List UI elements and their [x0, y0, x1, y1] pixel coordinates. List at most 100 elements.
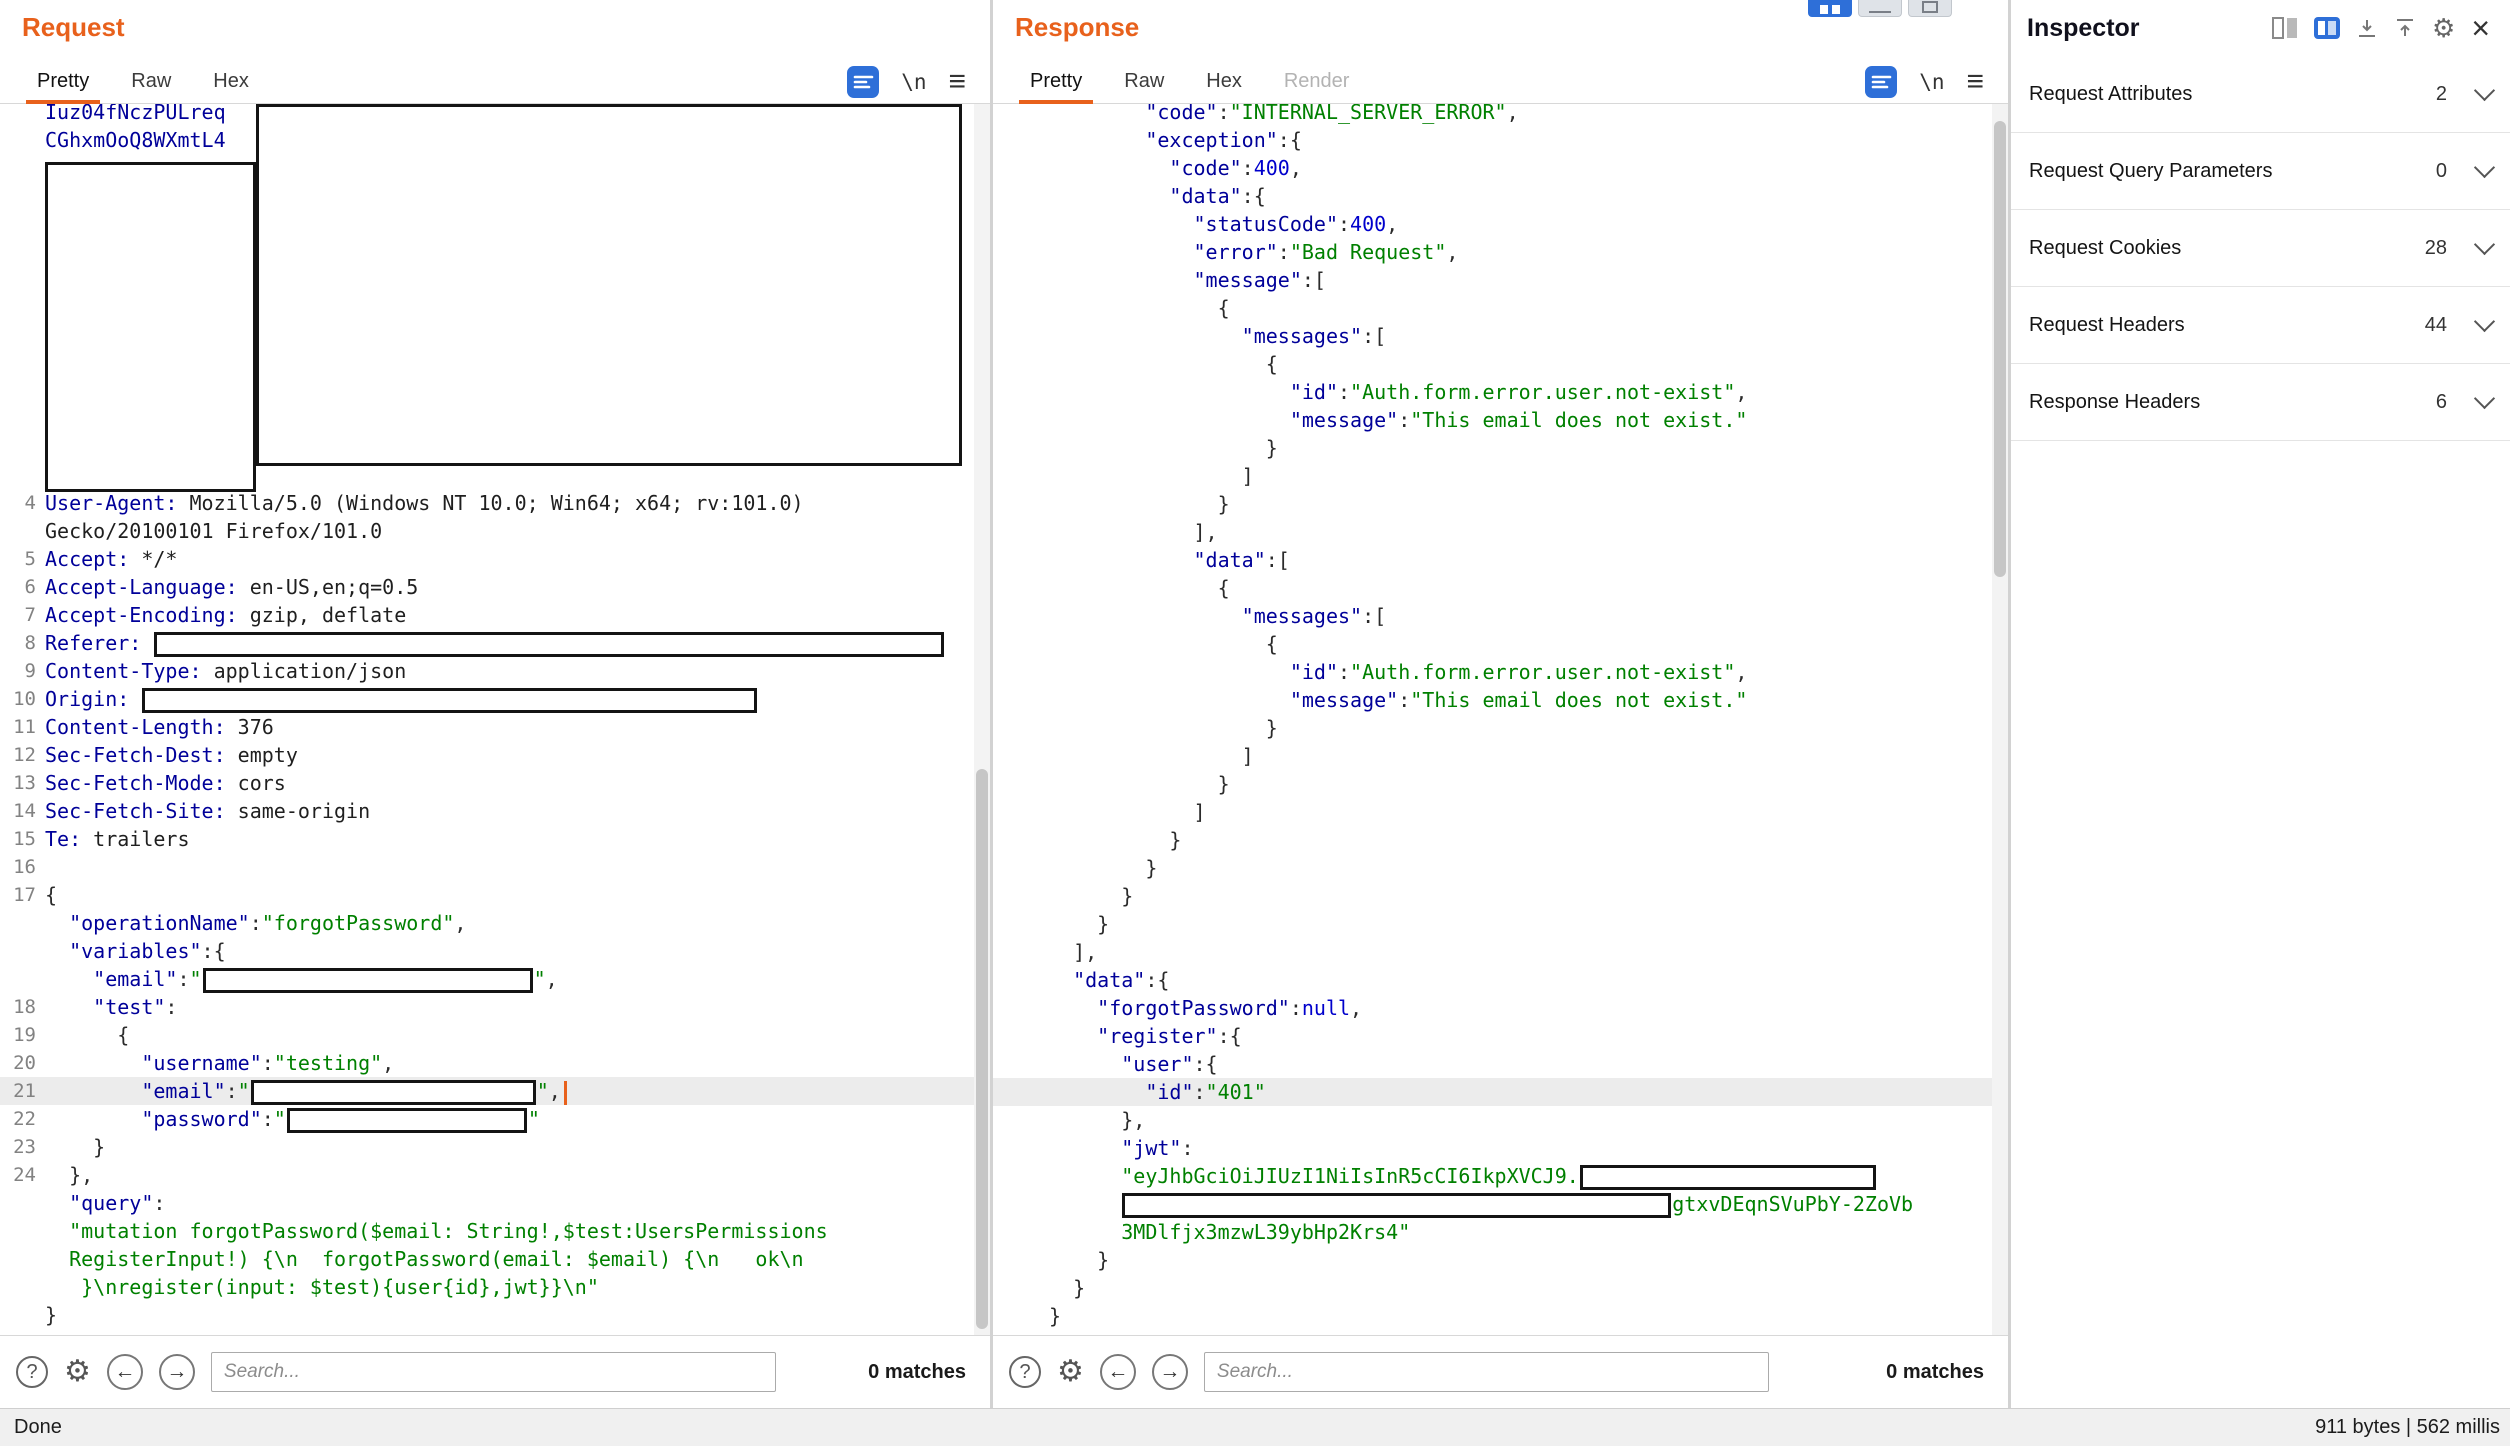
- response-search-input[interactable]: [1204, 1352, 1769, 1392]
- code-line[interactable]: }: [993, 434, 1992, 462]
- code-line[interactable]: "variables":{: [0, 937, 974, 965]
- chevron-down-icon[interactable]: [2474, 387, 2495, 408]
- code-line[interactable]: "forgotPassword":null,: [993, 994, 1992, 1022]
- code-line[interactable]: 18 "test":: [0, 993, 974, 1021]
- code-line[interactable]: "eyJhbGciOiJIUzI1NiIsInR5cCI6IkpXVCJ9.: [993, 1162, 1992, 1190]
- request-tab-pretty[interactable]: Pretty: [16, 60, 110, 103]
- chevron-down-icon[interactable]: [2474, 233, 2495, 254]
- request-search-input[interactable]: [211, 1352, 776, 1392]
- response-scrollbar[interactable]: [1992, 104, 2008, 1336]
- chevron-down-icon[interactable]: [2474, 79, 2495, 100]
- code-line[interactable]: "data":{: [993, 182, 1992, 210]
- code-line[interactable]: "message":"This email does not exist.": [993, 686, 1992, 714]
- code-line[interactable]: {: [993, 630, 1992, 658]
- response-tab-pretty[interactable]: Pretty: [1009, 60, 1103, 103]
- code-line[interactable]: "message":[: [993, 266, 1992, 294]
- code-line[interactable]: },: [993, 1106, 1992, 1134]
- code-line[interactable]: "statusCode":400,: [993, 210, 1992, 238]
- code-line[interactable]: "register":{: [993, 1022, 1992, 1050]
- code-line[interactable]: 16: [0, 853, 974, 881]
- code-line[interactable]: "message":"This email does not exist.": [993, 406, 1992, 434]
- code-line[interactable]: 10Origin:: [0, 685, 974, 713]
- layout-single-button[interactable]: [1908, 0, 1952, 17]
- code-line[interactable]: "code":400,: [993, 154, 1992, 182]
- code-line[interactable]: 14Sec-Fetch-Site: same-origin: [0, 797, 974, 825]
- code-line[interactable]: "exception":{: [993, 126, 1992, 154]
- show-newlines-icon[interactable]: \n: [1919, 70, 1944, 94]
- response-viewer[interactable]: "code":"INTERNAL_SERVER_ERROR", "excepti…: [993, 104, 1992, 1336]
- response-tab-raw[interactable]: Raw: [1103, 60, 1185, 103]
- code-line[interactable]: 8Referer:: [0, 629, 974, 657]
- code-line[interactable]: {: [993, 574, 1992, 602]
- code-line[interactable]: "messages":[: [993, 322, 1992, 350]
- inspector-section-request-attributes[interactable]: Request Attributes 2: [2011, 56, 2510, 133]
- layout-rows-button[interactable]: [1858, 0, 1902, 17]
- code-line[interactable]: 7Accept-Encoding: gzip, deflate: [0, 601, 974, 629]
- code-line[interactable]: }: [993, 854, 1992, 882]
- inspector-section-request-headers[interactable]: Request Headers 44: [2011, 287, 2510, 364]
- code-line[interactable]: 17{: [0, 881, 974, 909]
- next-match-button[interactable]: →: [159, 1354, 195, 1390]
- code-line[interactable]: 11Content-Length: 376: [0, 713, 974, 741]
- code-line[interactable]: }\nregister(input: $test){user{id},jwt}}…: [0, 1273, 974, 1301]
- code-line[interactable]: "user":{: [993, 1050, 1992, 1078]
- show-newlines-icon[interactable]: \n: [901, 70, 926, 94]
- code-line[interactable]: 13Sec-Fetch-Mode: cors: [0, 769, 974, 797]
- code-line[interactable]: }: [993, 910, 1992, 938]
- code-line[interactable]: }: [993, 826, 1992, 854]
- code-line[interactable]: "email":"",: [0, 965, 974, 993]
- code-line[interactable]: 19 {: [0, 1021, 974, 1049]
- request-tab-hex[interactable]: Hex: [192, 60, 270, 103]
- prev-match-button[interactable]: ←: [1100, 1354, 1136, 1390]
- code-line[interactable]: ]: [993, 742, 1992, 770]
- response-tab-hex[interactable]: Hex: [1185, 60, 1263, 103]
- code-line[interactable]: }: [993, 770, 1992, 798]
- code-line[interactable]: }: [0, 1301, 974, 1329]
- code-line[interactable]: 15Te: trailers: [0, 825, 974, 853]
- code-line[interactable]: "code":"INTERNAL_SERVER_ERROR",: [993, 104, 1992, 126]
- editor-menu-icon[interactable]: ≡: [948, 67, 966, 97]
- code-line[interactable]: 3MDlfjx3mzwL39ybHp2Krs4": [993, 1218, 1992, 1246]
- code-line[interactable]: "messages":[: [993, 602, 1992, 630]
- help-icon[interactable]: ?: [16, 1356, 48, 1388]
- code-line[interactable]: RegisterInput!) {\n forgotPassword(email…: [0, 1245, 974, 1273]
- inspector-section-request-cookies[interactable]: Request Cookies 28: [2011, 210, 2510, 287]
- chevron-down-icon[interactable]: [2474, 156, 2495, 177]
- request-scrollbar[interactable]: [974, 104, 990, 1336]
- scrollbar-thumb[interactable]: [1994, 121, 2006, 577]
- prev-match-button[interactable]: ←: [107, 1354, 143, 1390]
- next-match-button[interactable]: →: [1152, 1354, 1188, 1390]
- code-line[interactable]: 21 "email":"",: [0, 1077, 974, 1105]
- code-line[interactable]: ]: [993, 462, 1992, 490]
- collapse-all-icon[interactable]: [2356, 17, 2378, 39]
- inspector-section-request-query-parameters[interactable]: Request Query Parameters 0: [2011, 133, 2510, 210]
- inspector-gear-icon[interactable]: ⚙: [2432, 15, 2455, 41]
- search-settings-gear-icon[interactable]: ⚙: [64, 1357, 91, 1387]
- code-line[interactable]: "id":"401": [993, 1078, 1992, 1106]
- code-line[interactable]: 20 "username":"testing",: [0, 1049, 974, 1077]
- inspector-layout-icon[interactable]: [2272, 17, 2298, 39]
- code-line[interactable]: 5Accept: */*: [0, 545, 974, 573]
- code-line[interactable]: "mutation forgotPassword($email: String!…: [0, 1217, 974, 1245]
- code-line[interactable]: }: [993, 490, 1992, 518]
- code-line[interactable]: "id":"Auth.form.error.user.not-exist",: [993, 378, 1992, 406]
- code-line[interactable]: ]: [993, 798, 1992, 826]
- code-line[interactable]: "data":{: [993, 966, 1992, 994]
- help-icon[interactable]: ?: [1009, 1356, 1041, 1388]
- code-line[interactable]: "jwt":: [993, 1134, 1992, 1162]
- code-line[interactable]: 23 }: [0, 1133, 974, 1161]
- code-line[interactable]: }: [993, 1246, 1992, 1274]
- code-line[interactable]: "id":"Auth.form.error.user.not-exist",: [993, 658, 1992, 686]
- response-tab-render[interactable]: Render: [1263, 60, 1371, 103]
- code-line[interactable]: "query":: [0, 1189, 974, 1217]
- inspector-close-icon[interactable]: ×: [2471, 12, 2490, 44]
- inspector-section-response-headers[interactable]: Response Headers 6: [2011, 364, 2510, 441]
- expand-all-icon[interactable]: [2394, 17, 2416, 39]
- chevron-down-icon[interactable]: [2474, 310, 2495, 331]
- scrollbar-thumb[interactable]: [976, 769, 988, 1329]
- code-line[interactable]: "error":"Bad Request",: [993, 238, 1992, 266]
- code-line[interactable]: "data":[: [993, 546, 1992, 574]
- code-line[interactable]: 12Sec-Fetch-Dest: empty: [0, 741, 974, 769]
- code-line[interactable]: 9Content-Type: application/json: [0, 657, 974, 685]
- pretty-print-icon[interactable]: [847, 66, 879, 98]
